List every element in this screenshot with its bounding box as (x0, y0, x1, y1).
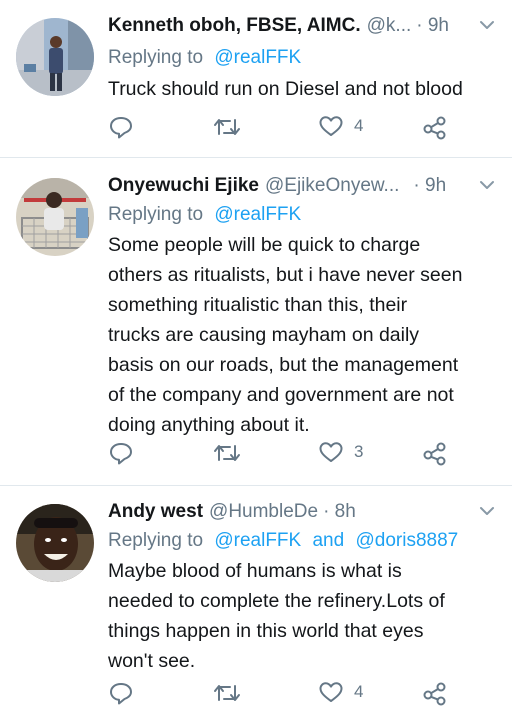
tweet-text-line: things happen in this world that eyes (108, 620, 424, 642)
share-button[interactable] (422, 680, 448, 706)
timestamp[interactable]: · 8h (323, 501, 356, 523)
retweet-icon (214, 445, 240, 461)
retweet-icon (214, 119, 240, 135)
mention-link[interactable]: @realFFK (214, 47, 301, 68)
reply-button[interactable] (108, 440, 134, 466)
share-button[interactable] (422, 114, 448, 140)
tweet-3[interactable]: Andy west @HumbleDe · 8h Replying to @re… (0, 486, 512, 720)
avatar[interactable] (16, 18, 94, 96)
replying-to: Replying to @realFFK and @doris8887 (108, 530, 458, 552)
reply-icon (110, 443, 132, 465)
replying-to: Replying to @realFFK (108, 204, 301, 226)
reply-button[interactable] (108, 114, 134, 140)
retweet-button[interactable] (212, 114, 242, 140)
tweet-text-line: something ritualistic than this, their (108, 294, 408, 316)
timestamp[interactable]: · 9h (416, 15, 449, 37)
tweet-text-line: doing anything about it. (108, 414, 310, 436)
tweet-text-line: won't see. (108, 650, 196, 672)
display-name[interactable]: Andy west (108, 501, 203, 523)
like-icon (319, 116, 343, 136)
like-button[interactable]: 4 (318, 114, 363, 138)
share-icon (423, 682, 446, 706)
share-button[interactable] (422, 440, 448, 466)
like-count: 4 (354, 116, 364, 135)
share-icon (423, 442, 446, 466)
reply-icon (110, 683, 132, 705)
like-icon (319, 682, 343, 702)
mention-link[interactable]: @realFFK (214, 530, 301, 551)
mention-joiner: and (312, 530, 345, 551)
retweet-button[interactable] (212, 440, 242, 466)
replying-to-label: Replying to (108, 204, 204, 225)
tweet-text: Truck should run on Diesel and not blood (108, 74, 508, 104)
tweet-text-line: basis on our roads, but the management (108, 354, 459, 376)
tweet-actions: 4 (108, 114, 468, 144)
like-button[interactable]: 3 (318, 440, 363, 464)
replying-to-label: Replying to (108, 530, 204, 551)
replying-to: Replying to @realFFK (108, 47, 301, 69)
tweet-2[interactable]: Onyewuchi Ejike @EjikeOnyew... · 9h Repl… (0, 158, 512, 486)
avatar-image (16, 18, 94, 96)
reply-button[interactable] (108, 680, 134, 706)
avatar[interactable] (16, 504, 94, 582)
tweet-text: Maybe blood of humans is what is needed … (108, 556, 508, 676)
display-name[interactable]: Kenneth oboh, FBSE, AIMC. (108, 15, 361, 37)
chevron-down-icon[interactable] (478, 18, 496, 32)
avatar-image (16, 504, 94, 582)
tweet-text: Some people will be quick to charge othe… (108, 230, 508, 440)
reply-icon (110, 117, 132, 139)
avatar[interactable] (16, 178, 94, 256)
display-name[interactable]: Onyewuchi Ejike (108, 175, 259, 197)
like-count: 4 (354, 682, 364, 701)
tweet-text-line: trucks are causing mayham on daily (108, 324, 420, 346)
user-handle[interactable]: @k... (367, 15, 412, 37)
chevron-down-icon[interactable] (478, 178, 496, 192)
tweet-text-line: Truck should run on Diesel and not blood (108, 78, 463, 100)
avatar-image (16, 178, 94, 256)
user-handle[interactable]: @HumbleDe (209, 501, 318, 523)
like-count: 3 (354, 442, 364, 461)
retweet-button[interactable] (212, 680, 242, 706)
like-button[interactable]: 4 (318, 680, 363, 704)
tweet-text-line: needed to complete the refinery.Lots of (108, 590, 445, 612)
tweet-text-line: Some people will be quick to charge (108, 234, 421, 256)
tweet-1[interactable]: Kenneth oboh, FBSE, AIMC. @k... · 9h Rep… (0, 0, 512, 158)
tweet-text-line: Maybe blood of humans is what is (108, 560, 402, 582)
mention-link[interactable]: @realFFK (214, 204, 301, 225)
tweet-text-line: others as ritualists, but i have never s… (108, 264, 463, 286)
timestamp[interactable]: · 9h (413, 175, 446, 197)
retweet-icon (214, 685, 240, 701)
chevron-down-icon[interactable] (478, 504, 496, 518)
mention-link[interactable]: @doris8887 (355, 530, 458, 551)
tweet-text-line: of the company and government are not (108, 384, 454, 406)
like-icon (319, 442, 343, 462)
tweet-actions: 3 (108, 440, 468, 470)
replying-to-label: Replying to (108, 47, 204, 68)
user-handle[interactable]: @EjikeOnyew... (265, 175, 399, 197)
tweet-actions: 4 (108, 680, 468, 710)
share-icon (423, 116, 446, 140)
